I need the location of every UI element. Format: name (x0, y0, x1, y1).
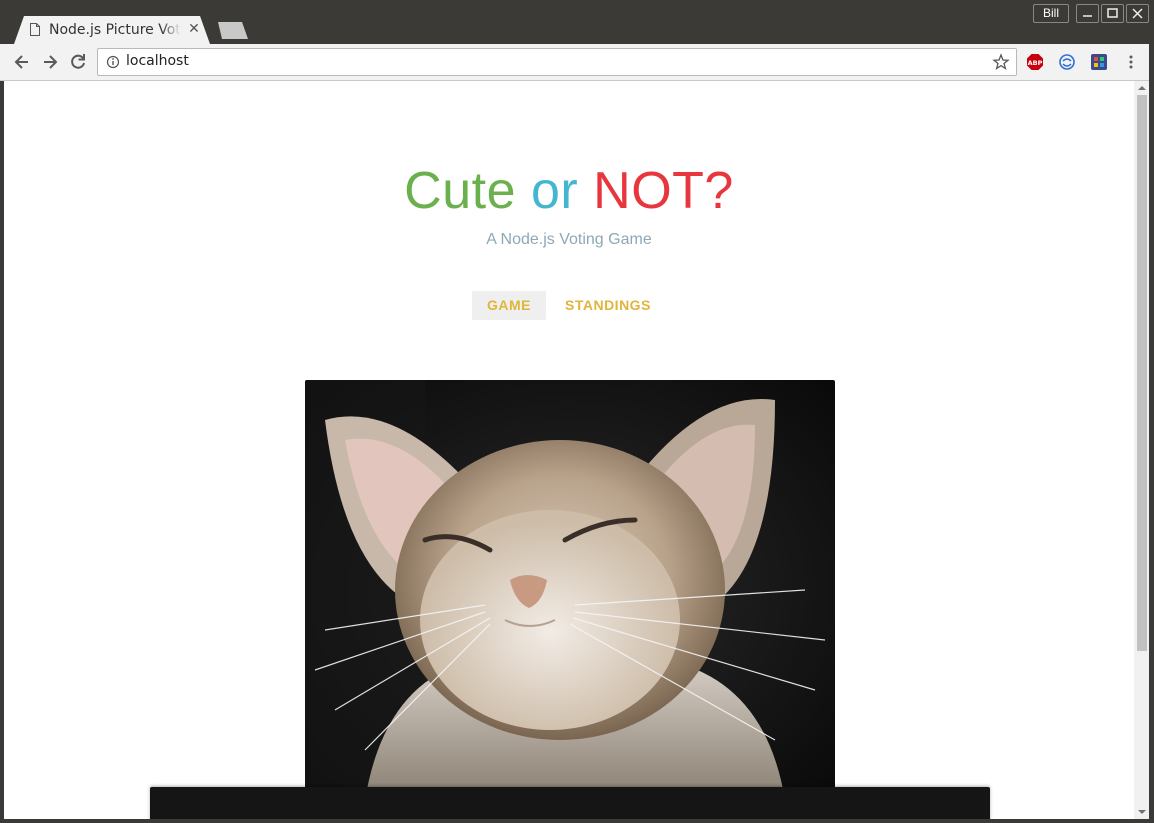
nav-standings[interactable]: STANDINGS (550, 291, 666, 320)
tab-close-button[interactable]: ✕ (187, 21, 201, 37)
tab-strip: Node.js Picture Voting Game ✕ Bill (0, 0, 1154, 44)
page-subtitle: A Node.js Voting Game (486, 231, 652, 248)
minimize-button[interactable] (1076, 4, 1099, 23)
maximize-icon (1107, 8, 1118, 18)
kitten-photo[interactable] (305, 380, 835, 800)
back-icon[interactable] (12, 52, 32, 72)
new-tab-button[interactable] (218, 22, 248, 39)
scroll-thumb[interactable] (1137, 95, 1147, 651)
svg-text:ABP: ABP (1028, 59, 1043, 67)
title-or: or (530, 162, 579, 220)
nav-game[interactable]: GAME (472, 291, 546, 320)
url-text[interactable]: localhost (126, 53, 189, 69)
reload-icon[interactable] (68, 52, 88, 72)
profile-button[interactable]: Bill (1033, 4, 1069, 23)
browser-tab[interactable]: Node.js Picture Voting Game ✕ (14, 16, 210, 44)
browser-window: Node.js Picture Voting Game ✕ Bill (0, 0, 1154, 823)
page-icon (30, 23, 40, 36)
maximize-button[interactable] (1101, 4, 1124, 23)
info-icon[interactable] (106, 55, 120, 69)
tab-title: Node.js Picture Voting Game (49, 22, 181, 38)
adblock-plus-icon[interactable]: ABP (1026, 53, 1044, 71)
forward-icon[interactable] (40, 52, 60, 72)
scrollbar[interactable] (1134, 81, 1149, 819)
menu-icon[interactable] (1122, 53, 1140, 71)
page-viewport: Cute or NOT? A Node.js Voting Game GAME … (4, 81, 1134, 819)
star-icon[interactable] (992, 53, 1010, 71)
window-border (0, 819, 1154, 823)
title-not: NOT? (593, 162, 734, 220)
color-extension-icon[interactable] (1090, 53, 1108, 71)
vote-bar (150, 787, 990, 819)
minimize-icon (1083, 15, 1092, 17)
title-cute: Cute (404, 162, 516, 220)
scroll-up-icon[interactable] (1137, 83, 1147, 93)
browser-toolbar: localhost ABP (0, 44, 1154, 81)
page-title: Cute or NOT? (4, 161, 1134, 221)
close-icon (1132, 8, 1143, 19)
address-bar[interactable]: localhost (97, 48, 1017, 76)
sync-extension-icon[interactable] (1058, 53, 1076, 71)
close-window-button[interactable] (1126, 4, 1149, 23)
scroll-down-icon[interactable] (1137, 807, 1147, 817)
window-border (1149, 44, 1154, 823)
